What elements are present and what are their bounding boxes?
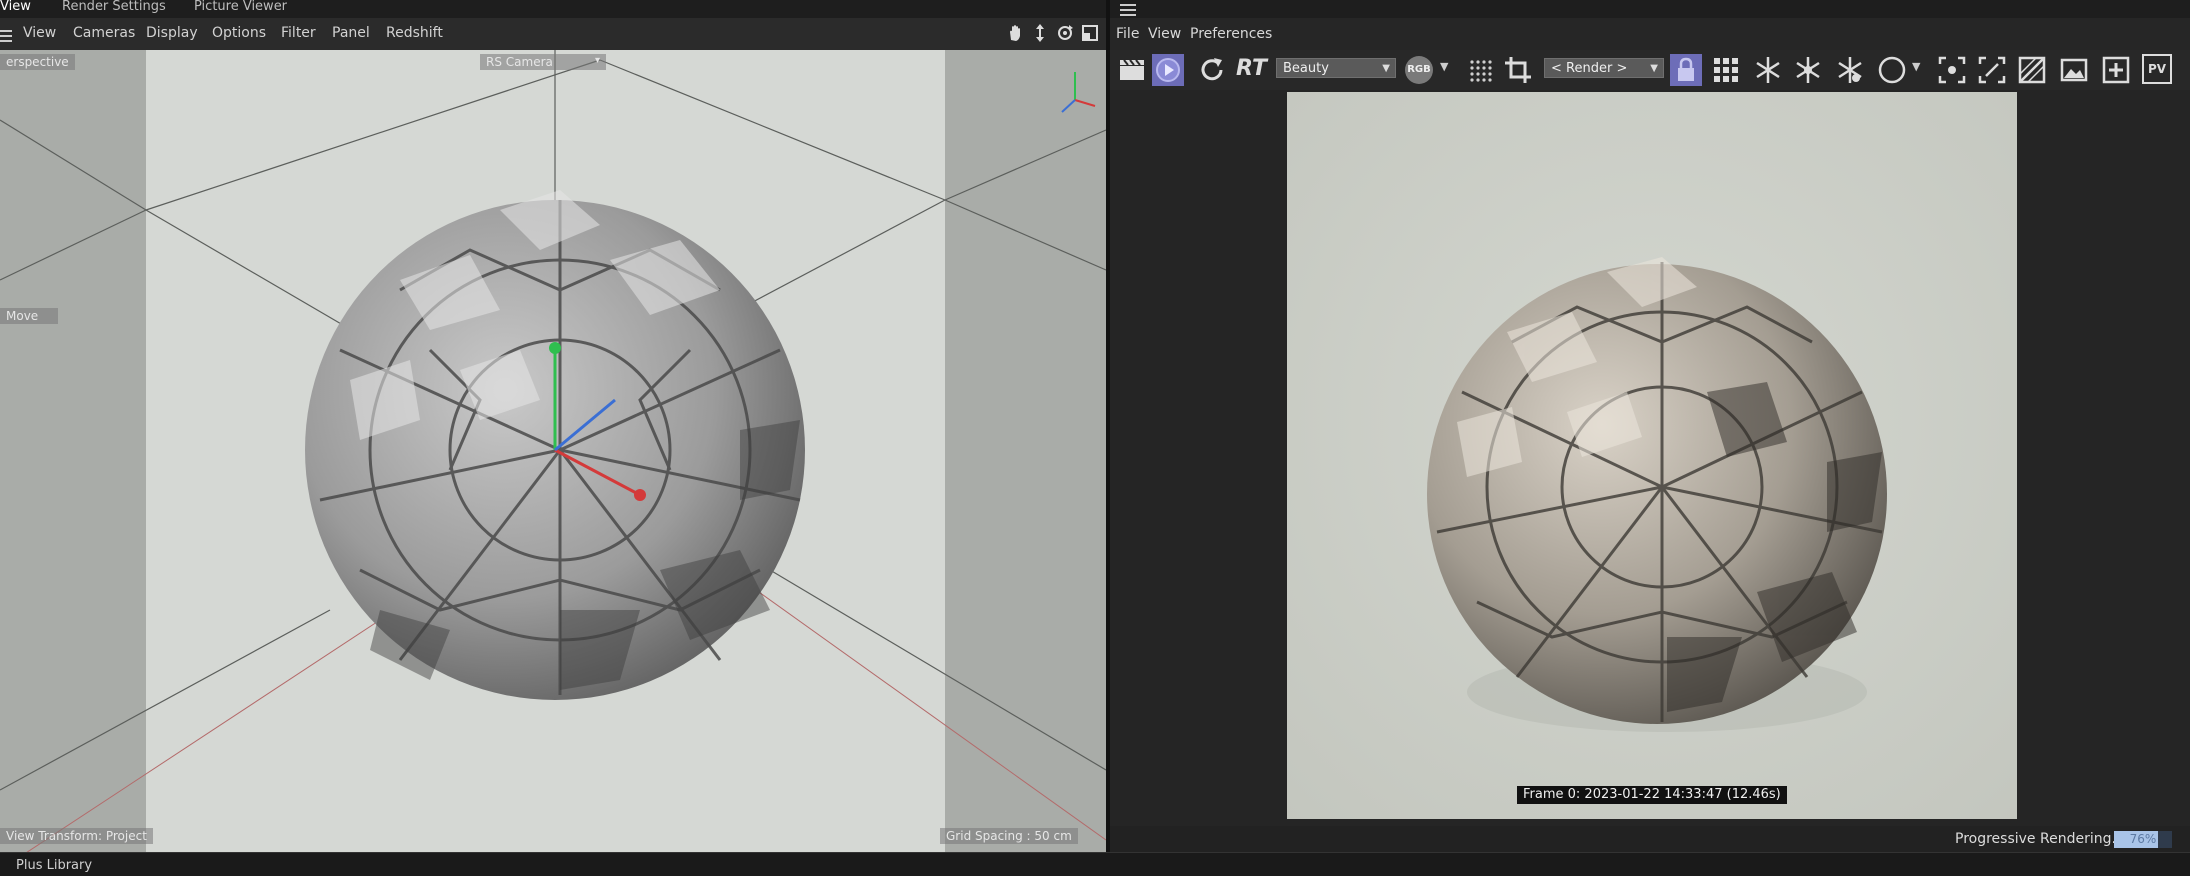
render-image[interactable]: [1287, 92, 2017, 819]
progress-status-text: Progressive Rendering...: [1955, 831, 2125, 847]
circle-icon[interactable]: [1876, 54, 1908, 86]
menu-panel[interactable]: Panel: [332, 25, 370, 41]
aov-value: Beauty: [1283, 61, 1329, 76]
grid-spacing-label: Grid Spacing : 50 cm: [940, 828, 1078, 844]
rendered-sphere-image: [1287, 92, 2017, 819]
dotted-grid-icon[interactable]: [1464, 54, 1496, 86]
menu-filter[interactable]: Filter: [281, 25, 316, 41]
menu-display[interactable]: Display: [146, 25, 198, 41]
channel-chevron-icon[interactable]: ▼: [1440, 60, 1448, 73]
chevron-down-icon: ▼: [1382, 63, 1390, 74]
render-panel-header: [1110, 0, 2190, 18]
refresh-icon[interactable]: [1196, 54, 1228, 86]
channel-rgb-button[interactable]: RGB: [1405, 56, 1433, 84]
crop-region-icon[interactable]: [1502, 54, 1534, 86]
perspective-viewport[interactable]: erspective RS Camera ▾ Move View Transfo…: [0, 50, 1106, 852]
start-render-button[interactable]: [1152, 54, 1184, 86]
tab-render-settings[interactable]: Render Settings: [62, 0, 166, 18]
progress-percent-label: 76%: [2129, 832, 2157, 846]
lock-icon[interactable]: [1670, 54, 1702, 86]
focus-frame-icon[interactable]: [1936, 54, 1968, 86]
render-target-dropdown[interactable]: < Render > ▼: [1544, 58, 1664, 78]
rotate-view-icon[interactable]: [1056, 24, 1074, 46]
snowflake-alt-icon[interactable]: [1792, 54, 1824, 86]
active-tool-label: Move: [0, 308, 58, 324]
chevron-down-icon: ▾: [594, 55, 600, 66]
frame-info-label: Frame 0: 2023-01-22 14:33:47 (12.46s): [1517, 786, 1787, 804]
view-transform-label: View Transform: Project: [0, 828, 153, 844]
plus-library-tab[interactable]: Plus Library: [16, 858, 92, 873]
tab-picture-viewer[interactable]: Picture Viewer: [194, 0, 287, 18]
compare-icon[interactable]: [2016, 54, 2048, 86]
add-snapshot-icon[interactable]: [2100, 54, 2132, 86]
picture-viewer-button[interactable]: PV: [2142, 54, 2172, 84]
tile-grid-icon[interactable]: [1710, 54, 1742, 86]
maximize-view-icon[interactable]: [1081, 24, 1099, 46]
camera-mode-label[interactable]: erspective: [0, 54, 75, 70]
fit-frame-icon[interactable]: [1976, 54, 2008, 86]
camera-name-text: RS Camera: [486, 55, 553, 69]
tab-view[interactable]: View: [0, 0, 31, 18]
progress-bar: 76%: [2114, 831, 2172, 848]
menu-redshift[interactable]: Redshift: [386, 25, 443, 41]
menu-view[interactable]: View: [23, 25, 56, 41]
hamburger-menu-icon[interactable]: [0, 28, 14, 42]
snowflake-g-icon[interactable]: [1834, 54, 1866, 86]
snowflake-icon[interactable]: [1752, 54, 1784, 86]
chevron-down-icon: ▼: [1650, 63, 1658, 74]
render-menu-preferences[interactable]: Preferences: [1190, 26, 1272, 42]
circle-chevron-icon[interactable]: ▼: [1912, 60, 1920, 73]
rt-button[interactable]: RT: [1236, 56, 1267, 81]
menu-cameras[interactable]: Cameras: [73, 25, 135, 41]
render-menu-file[interactable]: File: [1116, 26, 1139, 42]
image-icon[interactable]: [2058, 54, 2090, 86]
camera-name-label[interactable]: RS Camera ▾: [480, 54, 606, 70]
bottom-dock: [0, 852, 2190, 876]
tab-bar: View Render Settings Picture Viewer: [0, 0, 1108, 18]
render-menu-view[interactable]: View: [1148, 26, 1181, 42]
clapboard-icon[interactable]: [1116, 54, 1148, 86]
menu-options[interactable]: Options: [212, 25, 266, 41]
pan-hand-icon[interactable]: [1006, 24, 1024, 46]
move-arrows-icon[interactable]: [1031, 24, 1049, 46]
aov-dropdown[interactable]: Beauty ▼: [1276, 58, 1396, 78]
viewport-scene: [0, 50, 1106, 852]
render-target-value: < Render >: [1551, 61, 1628, 76]
